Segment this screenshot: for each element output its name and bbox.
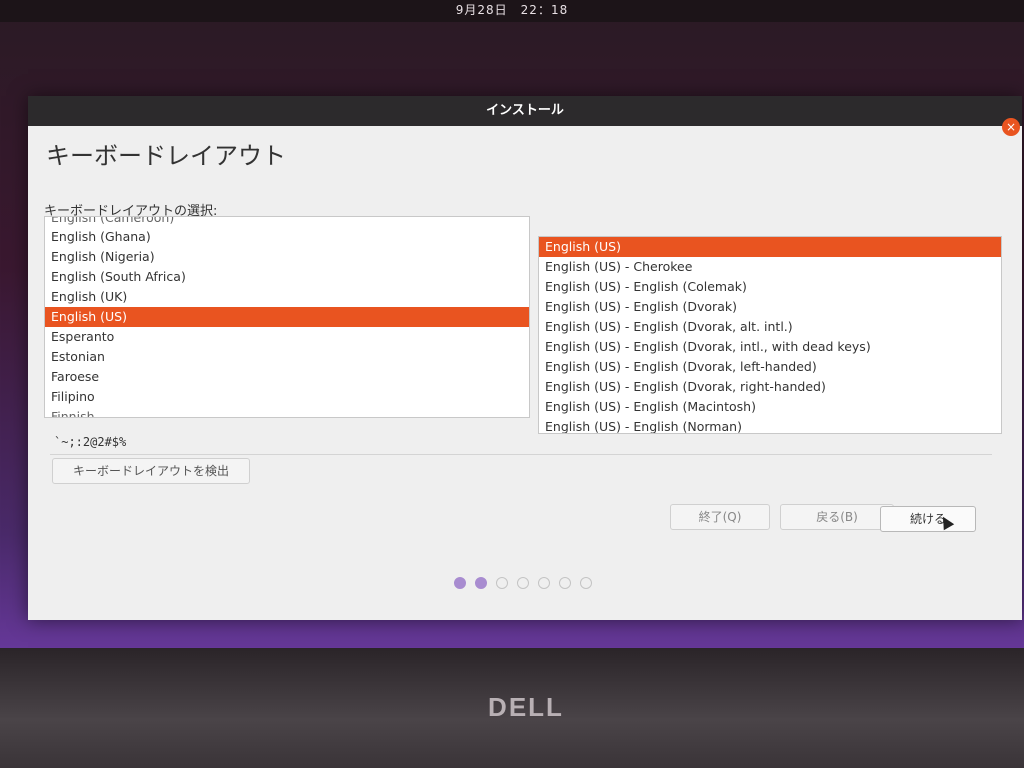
list-item[interactable]: English (US) - English (Dvorak, right-ha… — [539, 377, 1001, 397]
detect-layout-button[interactable]: キーボードレイアウトを検出 — [52, 458, 250, 484]
back-button[interactable]: 戻る(B) — [780, 504, 894, 530]
list-item[interactable]: English (US) - English (Colemak) — [539, 277, 1001, 297]
progress-dots — [454, 572, 601, 589]
list-item[interactable]: English (South Africa) — [45, 267, 529, 287]
top-bar-clock: 9月28日 22：18 — [0, 0, 1024, 22]
list-item[interactable]: English (US) — [539, 237, 1001, 257]
list-item[interactable]: Faroese — [45, 367, 529, 387]
list-item[interactable]: English (Nigeria) — [45, 247, 529, 267]
progress-dot — [538, 576, 550, 589]
keyboard-test-input[interactable] — [50, 430, 992, 455]
list-item[interactable]: English (US) - English (Dvorak, intl., w… — [539, 337, 1001, 357]
close-icon[interactable]: × — [1002, 118, 1020, 136]
page-title: キーボードレイアウト — [46, 142, 286, 170]
progress-dot — [475, 576, 487, 589]
progress-dot — [517, 576, 529, 589]
list-item[interactable]: English (US) - English (Dvorak) — [539, 297, 1001, 317]
list-item[interactable]: Estonian — [45, 347, 529, 367]
list-item[interactable]: English (UK) — [45, 287, 529, 307]
list-item[interactable]: English (US) - English (Dvorak, alt. int… — [539, 317, 1001, 337]
progress-dot — [496, 576, 508, 589]
list-item[interactable]: Finnish — [45, 407, 529, 417]
list-item[interactable]: English (US) - Cherokee — [539, 257, 1001, 277]
progress-dot — [454, 576, 466, 589]
list-item[interactable]: English (US) — [45, 307, 529, 327]
list-item[interactable]: English (US) - English (Macintosh) — [539, 397, 1001, 417]
list-item[interactable]: English (Cameroon) — [45, 217, 529, 227]
progress-dot — [559, 576, 571, 589]
installer-window: インストール × キーボードレイアウト キーボードレイアウトの選択: Engli… — [28, 96, 1022, 620]
keyboard-variant-list[interactable]: English (US) English (US) - Cherokee Engli… — [538, 236, 1002, 434]
continue-button[interactable]: 続ける — [880, 506, 976, 532]
list-item[interactable]: English (Ghana) — [45, 227, 529, 247]
list-item[interactable]: English (US) - English (Dvorak, left-han… — [539, 357, 1001, 377]
list-item[interactable]: Filipino — [45, 387, 529, 407]
list-item[interactable]: Esperanto — [45, 327, 529, 347]
quit-button[interactable]: 終了(Q) — [670, 504, 770, 530]
keyboard-layout-list[interactable]: English (Cameroon) English (Ghana) Englis… — [44, 216, 530, 418]
window-title: インストール — [28, 96, 1022, 126]
progress-dot — [580, 576, 592, 589]
dell-logo: DELL — [488, 692, 564, 722]
